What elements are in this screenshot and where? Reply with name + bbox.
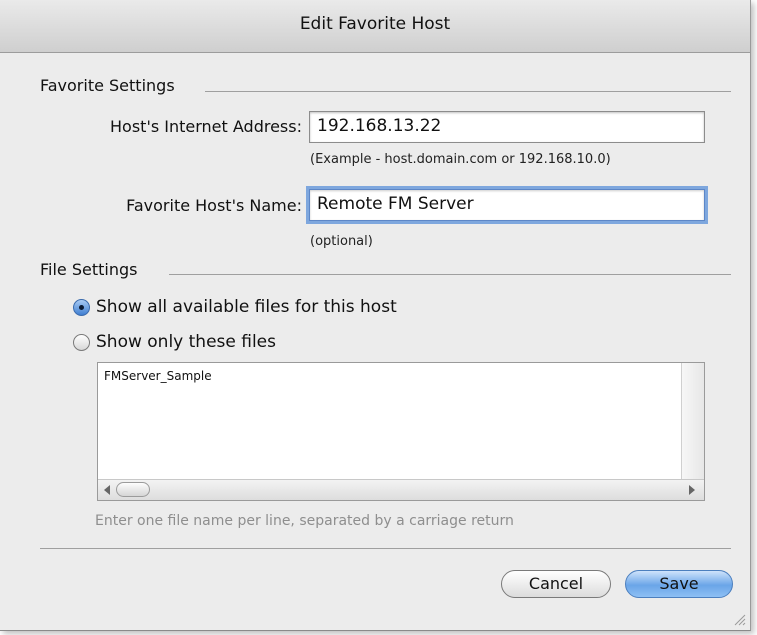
file-settings-divider — [169, 274, 731, 275]
show-only-files-label: Show only these files — [96, 332, 277, 352]
file-list-note: Enter one file name per line, separated … — [95, 513, 514, 529]
radio-unselected-icon[interactable] — [73, 333, 90, 351]
host-address-label: Host's Internet Address: — [110, 117, 302, 136]
edit-favorite-host-dialog: Edit Favorite Host Favorite Settings Hos… — [0, 0, 751, 631]
vertical-scrollbar[interactable] — [681, 363, 704, 481]
button-divider — [40, 548, 731, 549]
scroll-right-arrow-icon[interactable] — [689, 485, 695, 495]
show-only-files-option[interactable]: Show only these files — [73, 332, 276, 352]
favorite-settings-heading: Favorite Settings — [40, 76, 175, 95]
host-name-hint: (optional) — [310, 234, 373, 249]
show-all-files-option[interactable]: Show all available files for this host — [73, 297, 397, 317]
scroll-thumb[interactable] — [116, 482, 150, 497]
host-name-field[interactable]: Remote FM Server — [309, 189, 705, 221]
resize-grip-icon[interactable] — [732, 612, 746, 626]
file-list-textarea[interactable]: FMServer_Sample — [97, 362, 705, 501]
host-name-label: Favorite Host's Name: — [126, 196, 302, 215]
title-bar[interactable]: Edit Favorite Host — [0, 0, 750, 53]
cancel-button[interactable]: Cancel — [501, 570, 611, 598]
dialog-title: Edit Favorite Host — [299, 14, 451, 34]
save-button[interactable]: Save — [625, 570, 733, 598]
scroll-left-arrow-icon[interactable] — [104, 485, 110, 495]
host-address-hint: (Example - host.domain.com or 192.168.10… — [310, 152, 611, 167]
host-address-field[interactable]: 192.168.13.22 — [309, 111, 705, 143]
horizontal-scrollbar[interactable] — [98, 479, 704, 500]
favorite-settings-divider — [205, 91, 731, 92]
file-settings-heading: File Settings — [40, 260, 138, 279]
show-all-files-label: Show all available files for this host — [96, 297, 397, 317]
file-list-text: FMServer_Sample — [104, 369, 212, 383]
radio-selected-icon[interactable] — [73, 298, 90, 316]
